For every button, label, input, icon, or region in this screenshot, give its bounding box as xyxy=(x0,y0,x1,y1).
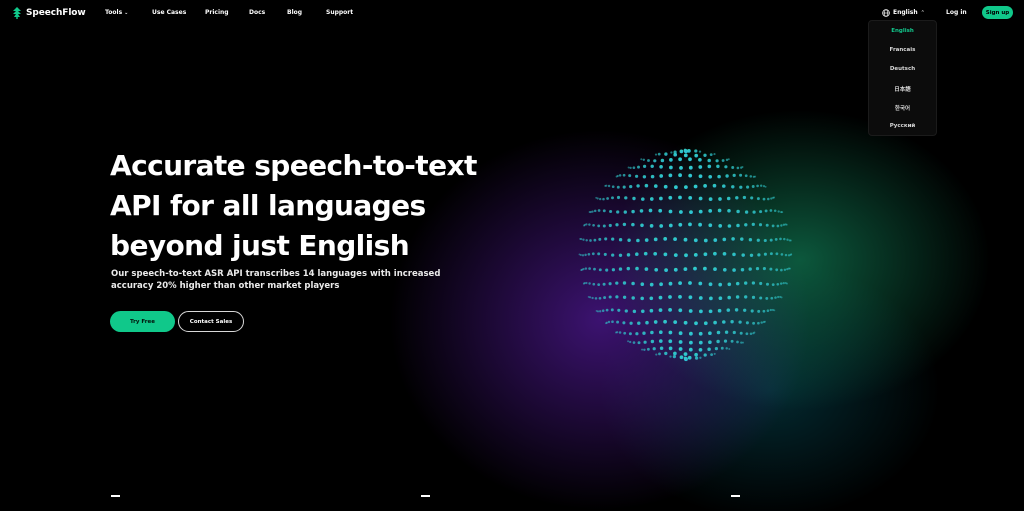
login-link[interactable]: Log in xyxy=(946,9,967,16)
language-selector[interactable]: English ⌃ xyxy=(882,8,925,17)
nav-tools[interactable]: Tools ⌄ xyxy=(105,9,128,16)
globe-icon xyxy=(882,8,890,17)
language-option-francais[interactable]: Francais xyxy=(869,47,936,53)
hero-subtitle-line: Our speech-to-text ASR API transcribes 1… xyxy=(111,269,441,279)
dotted-globe-illustration xyxy=(578,148,793,362)
chevron-up-icon: ⌃ xyxy=(920,9,925,16)
hero-title-line: beyond just English xyxy=(110,229,410,262)
nav-tools-label: Tools xyxy=(105,9,123,16)
language-dropdown: English Francais Deutsch 日本語 한국어 Русский xyxy=(868,20,937,136)
brand-name: SpeechFlow xyxy=(26,8,86,18)
language-selector-label: English xyxy=(893,9,918,16)
nav-use-cases[interactable]: Use Cases xyxy=(152,9,186,16)
language-option-japanese[interactable]: 日本語 xyxy=(869,85,936,93)
language-option-korean[interactable]: 한국어 xyxy=(869,104,936,112)
chevron-down-icon: ⌄ xyxy=(124,10,129,16)
contact-sales-button[interactable]: Contact Sales xyxy=(178,311,244,332)
language-option-deutsch[interactable]: Deutsch xyxy=(869,66,936,72)
language-option-english[interactable]: English xyxy=(869,28,936,34)
pagination-indicator xyxy=(421,495,430,497)
speechflow-logo-icon xyxy=(13,7,21,19)
nav-blog[interactable]: Blog xyxy=(287,9,302,16)
hero-title-line: Accurate speech-to-text xyxy=(110,149,477,182)
nav-support[interactable]: Support xyxy=(326,9,353,16)
signup-button[interactable]: Sign up xyxy=(982,6,1013,19)
try-free-button[interactable]: Try Free xyxy=(110,311,175,332)
hero-title: Accurate speech-to-text API for all lang… xyxy=(110,146,500,266)
nav-docs[interactable]: Docs xyxy=(249,9,265,16)
hero-title-line: API for all languages xyxy=(110,189,426,222)
hero-subtitle: Our speech-to-text ASR API transcribes 1… xyxy=(111,268,441,292)
pagination-indicator xyxy=(731,495,740,497)
pagination-indicator xyxy=(111,495,120,497)
hero-subtitle-line: accuracy 20% higher than other market pl… xyxy=(111,281,340,291)
nav-pricing[interactable]: Pricing xyxy=(205,9,229,16)
language-option-russian[interactable]: Русский xyxy=(869,123,936,129)
brand-logo[interactable]: SpeechFlow xyxy=(12,6,86,20)
